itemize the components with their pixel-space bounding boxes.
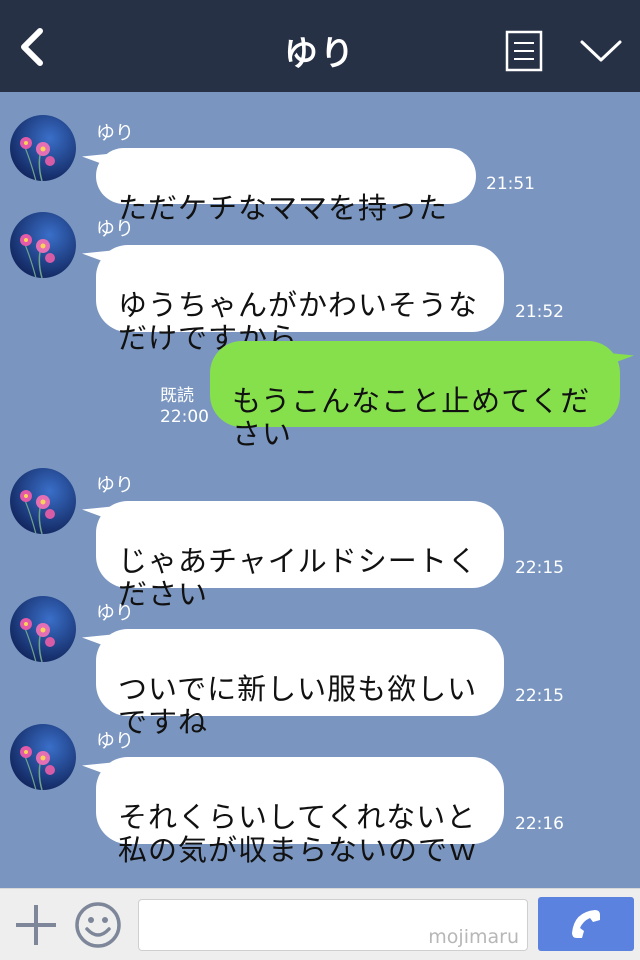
avatar[interactable] — [10, 115, 76, 181]
message-bubble[interactable]: じゃあチャイルドシートく ださい — [96, 501, 504, 611]
call-button[interactable] — [538, 897, 634, 951]
sender-name: ゆり — [96, 474, 135, 496]
sender-name: ゆり — [96, 122, 135, 144]
message-text: それくらいしてくれないと 私の気が収まらないのでｗ — [118, 800, 479, 867]
message-bubble[interactable]: ついでに新しい服も欲しい ですね — [96, 629, 504, 739]
message-bubble[interactable]: ただケチなママを持った — [96, 148, 476, 225]
message-text: ついでに新しい服も欲しい ですね — [118, 672, 478, 739]
phone-icon — [572, 910, 600, 938]
sender-name: ゆり — [96, 730, 135, 752]
chat-screen: ゆり ゆり ただケチなママを持った 21:51 ゆり ゆうちゃんがかわいそうな … — [0, 0, 640, 960]
chevron-down-icon — [580, 40, 622, 62]
chat-header: ゆり — [0, 0, 640, 92]
message-time: 21:52 — [515, 302, 564, 322]
flower-avatar-icon — [10, 468, 76, 534]
flower-avatar-icon — [10, 115, 76, 181]
message-text: じゃあチャイルドシートく ださい — [118, 544, 478, 611]
avatar[interactable] — [10, 596, 76, 662]
flower-avatar-icon — [10, 724, 76, 790]
smiley-icon — [75, 902, 121, 948]
chat-title: ゆり — [284, 34, 356, 74]
message-time: 22:15 — [515, 558, 564, 578]
message-time: 22:16 — [515, 814, 564, 834]
menu-button[interactable] — [505, 30, 543, 72]
plus-icon — [16, 905, 56, 945]
input-bar: mojimaru — [0, 888, 640, 960]
message-text: もうこんなこと止めてくだ さい — [232, 384, 591, 451]
expand-button[interactable] — [578, 36, 624, 66]
read-receipt: 既読 22:00 — [160, 386, 209, 428]
emoji-button[interactable] — [74, 901, 122, 949]
message-time: 22:00 — [160, 407, 209, 427]
watermark: mojimaru — [428, 926, 519, 948]
message-bubble[interactable]: ゆうちゃんがかわいそうな だけですから — [96, 245, 504, 355]
flower-avatar-icon — [10, 596, 76, 662]
message-time: 21:51 — [486, 174, 535, 194]
sender-name: ゆり — [96, 218, 135, 240]
message-input[interactable]: mojimaru — [138, 899, 528, 951]
avatar[interactable] — [10, 468, 76, 534]
message-bubble-outgoing[interactable]: もうこんなこと止めてくだ さい — [210, 341, 620, 451]
sender-name: ゆり — [96, 602, 135, 624]
avatar[interactable] — [10, 212, 76, 278]
add-attachment-button[interactable] — [14, 903, 58, 947]
list-icon — [505, 30, 543, 72]
message-bubble[interactable]: それくらいしてくれないと 私の気が収まらないのでｗ — [96, 757, 504, 867]
avatar[interactable] — [10, 724, 76, 790]
message-text: ただケチなママを持った — [118, 191, 449, 225]
read-label: 既読 — [160, 386, 194, 406]
flower-avatar-icon — [10, 212, 76, 278]
message-time: 22:15 — [515, 686, 564, 706]
